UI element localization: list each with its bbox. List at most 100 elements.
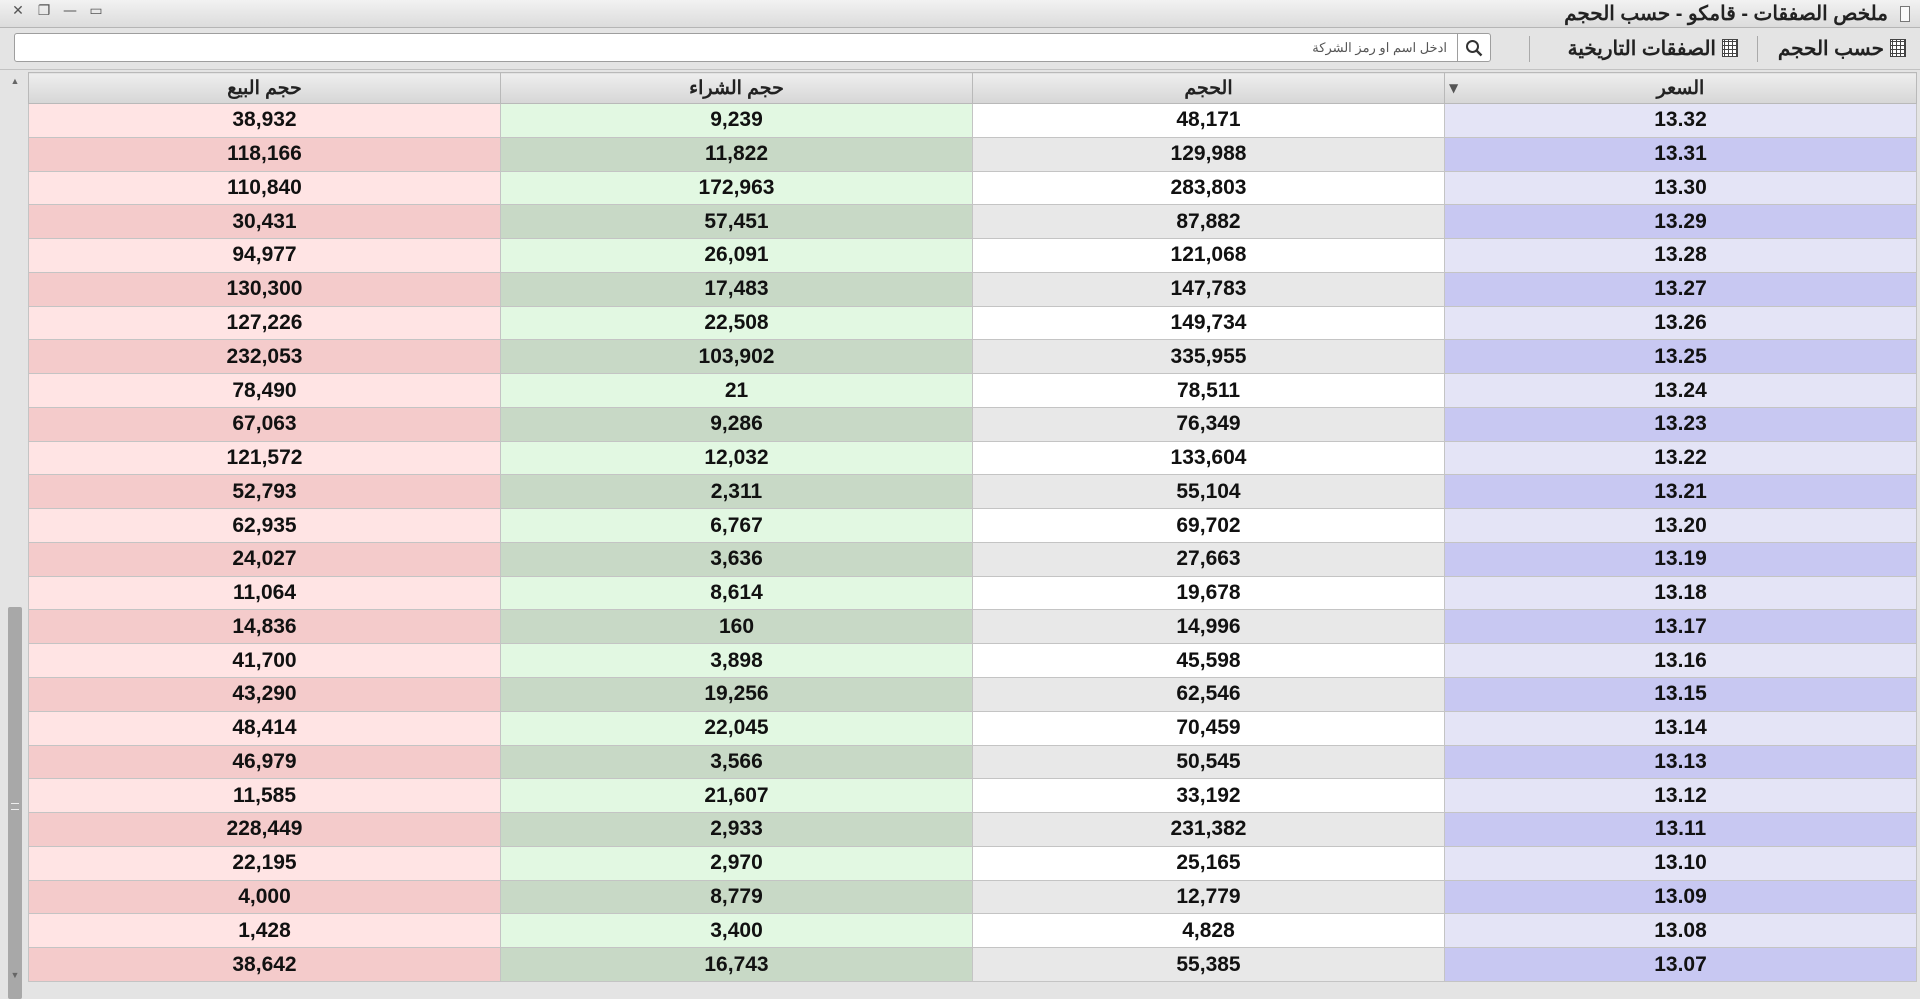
sell-volume-cell: 78,490 <box>28 373 501 408</box>
volume-cell: 45,598 <box>972 643 1445 679</box>
column-header-volume[interactable]: الحجم <box>972 72 1445 104</box>
buy-volume-cell: 3,566 <box>500 744 973 780</box>
grid-icon <box>1890 39 1906 57</box>
buy-volume-cell: 3,898 <box>500 643 973 679</box>
volume-cell: 12,779 <box>972 879 1445 915</box>
table-row[interactable]: 22,195 2,970 25,165 13.10 <box>28 845 1917 881</box>
table-row[interactable]: 118,166 11,822 129,988 13.31 <box>28 136 1917 172</box>
volume-cell: 25,165 <box>972 845 1445 881</box>
table-row[interactable]: 38,932 9,239 48,171 13.32 <box>28 103 1917 138</box>
price-cell: 13.31 <box>1444 136 1917 172</box>
table-row[interactable]: 127,226 22,508 149,734 13.26 <box>28 305 1917 341</box>
volume-cell: 55,104 <box>972 474 1445 510</box>
table-row[interactable]: 232,053 103,902 335,955 13.25 <box>28 339 1917 375</box>
scrollbar-thumb[interactable] <box>8 607 22 999</box>
table-row[interactable]: 14,836 160 14,996 13.17 <box>28 609 1917 645</box>
search-input[interactable] <box>15 34 1455 61</box>
sort-descending-icon: ▼ <box>1449 81 1459 95</box>
table-row[interactable]: 24,027 3,636 27,663 13.19 <box>28 541 1917 577</box>
buy-volume-cell: 9,286 <box>500 406 973 442</box>
volume-cell: 50,545 <box>972 744 1445 780</box>
sell-volume-cell: 14,836 <box>28 609 501 645</box>
column-header-buy-volume[interactable]: حجم الشراء <box>500 72 973 104</box>
table-row[interactable]: 130,300 17,483 147,783 13.27 <box>28 271 1917 307</box>
table-row[interactable]: 48,414 22,045 70,459 13.14 <box>28 710 1917 746</box>
by-volume-label: حسب الحجم <box>1777 37 1884 60</box>
vertical-scrollbar[interactable]: ▲ ▼ <box>6 72 24 999</box>
volume-cell: 78,511 <box>972 373 1445 408</box>
table-row[interactable]: 1,428 3,400 4,828 13.08 <box>28 913 1917 949</box>
table-row[interactable]: 41,700 3,898 45,598 13.16 <box>28 643 1917 679</box>
volume-cell: 147,783 <box>972 271 1445 307</box>
sell-volume-cell: 30,431 <box>28 204 501 240</box>
table-row[interactable]: 228,449 2,933 231,382 13.11 <box>28 812 1917 847</box>
sell-volume-cell: 228,449 <box>28 812 501 847</box>
table-row[interactable]: 67,063 9,286 76,349 13.23 <box>28 406 1917 442</box>
price-cell: 13.28 <box>1444 238 1917 273</box>
buy-volume-cell: 16,743 <box>500 947 973 982</box>
table-row[interactable]: 11,064 8,614 19,678 13.18 <box>28 575 1917 611</box>
volume-cell: 48,171 <box>972 103 1445 138</box>
buy-volume-cell: 103,902 <box>500 339 973 375</box>
volume-cell: 283,803 <box>972 170 1445 206</box>
price-cell: 13.14 <box>1444 710 1917 746</box>
sell-volume-cell: 130,300 <box>28 271 501 307</box>
restore-icon[interactable]: ❐ <box>32 1 56 21</box>
sell-volume-cell: 38,932 <box>28 103 501 138</box>
close-icon[interactable]: ✕ <box>6 1 30 21</box>
scroll-up-icon[interactable]: ▲ <box>6 74 24 88</box>
table-row[interactable]: 110,840 172,963 283,803 13.30 <box>28 170 1917 206</box>
buy-volume-cell: 3,636 <box>500 541 973 577</box>
volume-cell: 14,996 <box>972 609 1445 645</box>
volume-cell: 121,068 <box>972 238 1445 273</box>
volume-cell: 55,385 <box>972 947 1445 982</box>
buy-volume-cell: 3,400 <box>500 913 973 949</box>
table-row[interactable]: 62,935 6,767 69,702 13.20 <box>28 508 1917 543</box>
table-row[interactable]: 38,642 16,743 55,385 13.07 <box>28 947 1917 982</box>
sell-volume-cell: 121,572 <box>28 440 501 476</box>
price-cell: 13.19 <box>1444 541 1917 577</box>
volume-cell: 87,882 <box>972 204 1445 240</box>
volume-cell: 4,828 <box>972 913 1445 949</box>
price-cell: 13.15 <box>1444 677 1917 712</box>
volume-cell: 129,988 <box>972 136 1445 172</box>
historical-trades-label: الصفقات التاريخية <box>1567 37 1716 60</box>
search-button[interactable] <box>1457 34 1490 61</box>
price-cell: 13.27 <box>1444 271 1917 307</box>
table-row[interactable]: 78,490 21 78,511 13.24 <box>28 373 1917 408</box>
buy-volume-cell: 57,451 <box>500 204 973 240</box>
buy-volume-cell: 19,256 <box>500 677 973 712</box>
historical-trades-button[interactable]: الصفقات التاريخية <box>1568 34 1738 62</box>
window-controls: ✕ ❐ — ▭ <box>6 1 108 21</box>
price-cell: 13.25 <box>1444 339 1917 375</box>
table-row[interactable]: 121,572 12,032 133,604 13.22 <box>28 440 1917 476</box>
price-cell: 13.26 <box>1444 305 1917 341</box>
window-title: ملخص الصفقات - قامكو - حسب الحجم <box>1564 3 1888 25</box>
price-cell: 13.30 <box>1444 170 1917 206</box>
price-cell: 13.11 <box>1444 812 1917 847</box>
column-header-label: حجم الشراء <box>689 77 784 99</box>
grip-icon <box>11 803 19 810</box>
table-row[interactable]: 52,793 2,311 55,104 13.21 <box>28 474 1917 510</box>
minimize-icon[interactable]: — <box>58 1 82 21</box>
sell-volume-cell: 43,290 <box>28 677 501 712</box>
column-header-price[interactable]: ▼ السعر <box>1444 72 1917 104</box>
sell-volume-cell: 41,700 <box>28 643 501 679</box>
table-row[interactable]: 46,979 3,566 50,545 13.13 <box>28 744 1917 780</box>
volume-cell: 69,702 <box>972 508 1445 543</box>
scroll-down-icon[interactable]: ▼ <box>6 968 24 982</box>
sell-volume-cell: 11,064 <box>28 575 501 611</box>
table-row[interactable]: 11,585 21,607 33,192 13.12 <box>28 778 1917 814</box>
buy-volume-cell: 8,614 <box>500 575 973 611</box>
sell-volume-cell: 11,585 <box>28 778 501 814</box>
table-row[interactable]: 30,431 57,451 87,882 13.29 <box>28 204 1917 240</box>
table-row[interactable]: 4,000 8,779 12,779 13.09 <box>28 879 1917 915</box>
column-header-sell-volume[interactable]: حجم البيع <box>28 72 501 104</box>
title-bar: ✕ ❐ — ▭ ملخص الصفقات - قامكو - حسب الحجم <box>0 0 1920 28</box>
maximize-icon[interactable]: ▭ <box>84 1 108 21</box>
buy-volume-cell: 8,779 <box>500 879 973 915</box>
by-volume-button[interactable]: حسب الحجم <box>1778 34 1906 62</box>
table-row[interactable]: 94,977 26,091 121,068 13.28 <box>28 238 1917 273</box>
buy-volume-cell: 22,045 <box>500 710 973 746</box>
table-row[interactable]: 43,290 19,256 62,546 13.15 <box>28 677 1917 712</box>
